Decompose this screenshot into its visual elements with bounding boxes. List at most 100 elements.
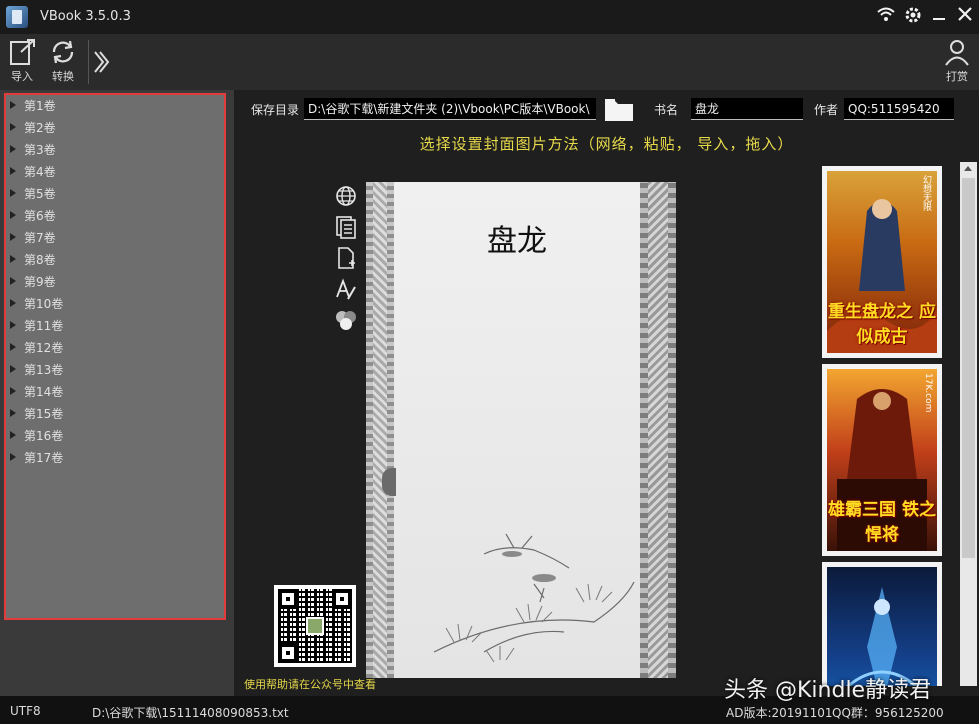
volume-label: 第16卷 <box>24 429 63 443</box>
volume-label: 第13卷 <box>24 363 63 377</box>
thumbnail-caption: 雄霸三国 铁之悍将 <box>827 495 937 545</box>
toolbar: 导入 转换 打赏 <box>0 34 979 90</box>
title-bar: VBook 3.5.0.3 <box>0 0 979 34</box>
new-file-icon[interactable] <box>334 246 358 270</box>
author-label: 作者 <box>814 101 838 118</box>
color-picker-icon[interactable] <box>334 308 358 332</box>
volume-tree[interactable]: 第1卷第2卷第3卷第4卷第5卷第6卷第7卷第8卷第9卷第10卷第11卷第12卷第… <box>4 93 226 620</box>
volume-label: 第7卷 <box>24 231 56 245</box>
expand-arrow-icon[interactable] <box>10 343 16 351</box>
volume-tree-item[interactable]: 第3卷 <box>10 140 220 160</box>
paste-icon[interactable] <box>334 215 358 239</box>
volume-tree-item[interactable]: 第8卷 <box>10 250 220 270</box>
cover-method-hint: 选择设置封面图片方法（网络，粘贴， 导入，拖入） <box>234 133 979 154</box>
cover-thumbnail-list[interactable]: 幻想无限 重生盘龙之 应似成古 17K.com 雄霸三国 铁之悍将 <box>822 166 946 686</box>
volume-label: 第5卷 <box>24 187 56 201</box>
left-panel: 第1卷第2卷第3卷第4卷第5卷第6卷第7卷第8卷第9卷第10卷第11卷第12卷第… <box>0 90 234 696</box>
app-window: VBook 3.5.0.3 导入 转换 打赏 <box>0 0 979 724</box>
reward-label: 打赏 <box>937 68 977 84</box>
window-title: VBook 3.5.0.3 <box>40 9 131 24</box>
ad-version-status: AD版本:20191101 <box>726 704 833 721</box>
cover-thumbnail[interactable]: 17K.com 雄霸三国 铁之悍将 <box>822 364 942 556</box>
expand-arrow-icon[interactable] <box>10 453 16 461</box>
reward-button[interactable]: 打赏 <box>937 38 977 88</box>
thumbnail-art <box>827 567 937 686</box>
expand-arrow-icon[interactable] <box>10 277 16 285</box>
book-name-label: 书名 <box>654 101 678 118</box>
volume-label: 第12卷 <box>24 341 63 355</box>
minimize-button[interactable] <box>928 6 950 28</box>
volume-tree-item[interactable]: 第14卷 <box>10 382 220 402</box>
expand-arrow-icon[interactable] <box>10 321 16 329</box>
volume-tree-item[interactable]: 第6卷 <box>10 206 220 226</box>
toolbar-divider <box>88 40 89 84</box>
volume-tree-item[interactable]: 第15卷 <box>10 404 220 424</box>
expand-arrow-icon[interactable] <box>10 255 16 263</box>
volume-tree-item[interactable]: 第7卷 <box>10 228 220 248</box>
expand-arrow-icon[interactable] <box>10 101 16 109</box>
cover-preview[interactable]: 盘龙 <box>366 182 676 678</box>
cover-left-border <box>366 182 394 678</box>
convert-label: 转换 <box>43 68 83 84</box>
expand-arrow-icon[interactable] <box>10 387 16 395</box>
expand-arrow-icon[interactable] <box>10 299 16 307</box>
chevron-double-right-icon <box>92 48 110 76</box>
volume-tree-item[interactable]: 第17卷 <box>10 448 220 468</box>
save-dir-label: 保存目录 <box>251 101 299 118</box>
settings-icon[interactable] <box>902 6 924 28</box>
expand-arrow-icon[interactable] <box>10 145 16 153</box>
volume-label: 第11卷 <box>24 319 63 333</box>
scrollbar-thumb[interactable] <box>962 178 975 558</box>
volume-label: 第15卷 <box>24 407 63 421</box>
volume-tree-item[interactable]: 第13卷 <box>10 360 220 380</box>
wechat-qr-code <box>274 585 356 667</box>
volume-tree-item[interactable]: 第10卷 <box>10 294 220 314</box>
volume-label: 第8卷 <box>24 253 56 267</box>
volume-label: 第4卷 <box>24 165 56 179</box>
cover-thumbnail[interactable]: 幻想无限 重生盘龙之 应似成古 <box>822 166 942 358</box>
volume-tree-item[interactable]: 第5卷 <box>10 184 220 204</box>
expand-arrow-icon[interactable] <box>10 189 16 197</box>
expand-arrow-icon[interactable] <box>10 233 16 241</box>
font-style-icon[interactable] <box>334 277 358 301</box>
expand-toolbar-button[interactable] <box>92 48 110 76</box>
cover-title: 盘龙 <box>394 216 640 260</box>
book-name-input[interactable] <box>691 98 803 120</box>
scroll-up-arrow-icon[interactable] <box>964 166 972 171</box>
help-text: 使用帮助请在公众号中查看 <box>244 676 376 692</box>
globe-icon[interactable] <box>334 184 358 208</box>
expand-arrow-icon[interactable] <box>10 211 16 219</box>
browse-folder-button[interactable] <box>604 96 634 122</box>
volume-tree-item[interactable]: 第9卷 <box>10 272 220 292</box>
volume-tree-item[interactable]: 第11卷 <box>10 316 220 336</box>
expand-arrow-icon[interactable] <box>10 409 16 417</box>
expand-arrow-icon[interactable] <box>10 123 16 131</box>
volume-tree-item[interactable]: 第4卷 <box>10 162 220 182</box>
save-dir-input[interactable] <box>304 98 596 120</box>
wifi-icon[interactable] <box>875 6 897 28</box>
refresh-icon <box>48 38 78 66</box>
thumbnail-side-text: 17K.com <box>923 373 933 412</box>
expand-arrow-icon[interactable] <box>10 167 16 175</box>
convert-button[interactable]: 转换 <box>43 38 83 88</box>
app-logo-icon <box>6 6 28 28</box>
thumbnail-scrollbar[interactable] <box>960 162 977 686</box>
expand-arrow-icon[interactable] <box>10 431 16 439</box>
volume-label: 第14卷 <box>24 385 63 399</box>
expand-arrow-icon[interactable] <box>10 365 16 373</box>
qq-group-status: QQ群：956125200 <box>832 704 944 721</box>
close-button[interactable] <box>954 6 976 28</box>
cover-thumbnail[interactable] <box>822 562 942 686</box>
author-input[interactable] <box>844 98 954 120</box>
volume-label: 第17卷 <box>24 451 63 465</box>
import-label: 导入 <box>2 68 42 84</box>
volume-label: 第6卷 <box>24 209 56 223</box>
import-icon <box>7 38 37 66</box>
volume-tree-item[interactable]: 第12卷 <box>10 338 220 358</box>
import-button[interactable]: 导入 <box>2 38 42 88</box>
volume-tree-item[interactable]: 第2卷 <box>10 118 220 138</box>
cover-collapse-handle[interactable] <box>382 468 396 496</box>
volume-tree-item[interactable]: 第16卷 <box>10 426 220 446</box>
volume-label: 第1卷 <box>24 99 56 113</box>
volume-tree-item[interactable]: 第1卷 <box>10 96 220 116</box>
